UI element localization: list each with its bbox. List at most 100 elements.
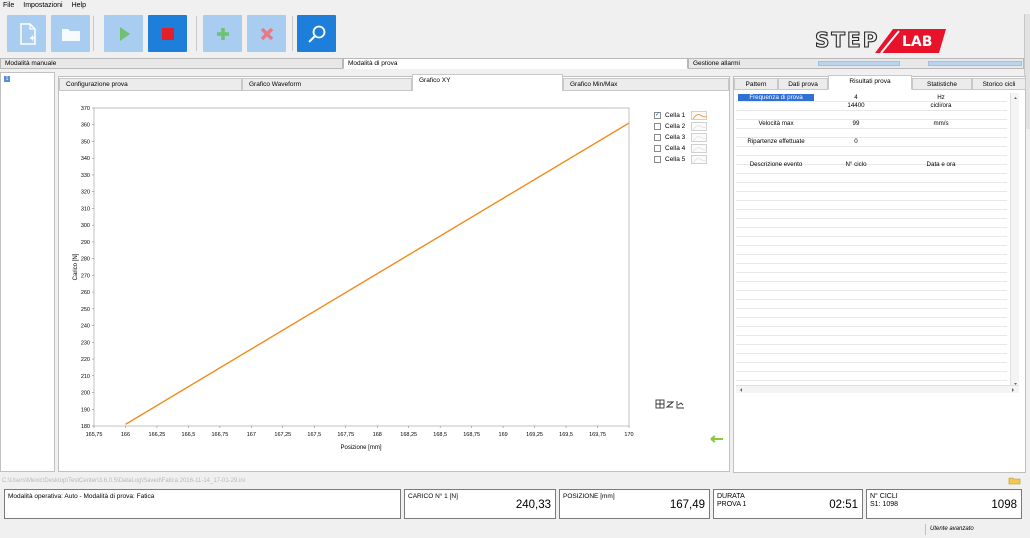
zoom-icon[interactable]	[665, 401, 675, 408]
y-axis-label: Carico [N]	[73, 253, 79, 280]
tab-test-data[interactable]: Dati prova	[778, 78, 828, 90]
tab-pattern[interactable]: Pattern	[734, 78, 778, 90]
mode-status-box: Modalità operativa: Auto - Modalità di p…	[4, 489, 401, 519]
panel-index[interactable]: 1	[4, 76, 10, 82]
legend-swatch	[691, 122, 708, 131]
datetime-header: Data e ora	[926, 161, 956, 168]
cycles-sublabel: S1: 1098	[870, 501, 899, 508]
legend-item[interactable]: Cella 5	[654, 154, 714, 165]
chart-legend: ✓ Cella 1 Cella 2 Cella 3 Cella 4 Cella 5	[654, 110, 714, 165]
legend-checkbox[interactable]: ✓	[654, 112, 661, 119]
steplab-logo: STEP LAB	[815, 27, 946, 54]
y-tick-label: 200	[81, 391, 90, 397]
y-tick-label: 220	[81, 357, 90, 363]
legend-label: Cella 2	[665, 123, 686, 130]
search-button[interactable]	[297, 15, 336, 52]
chart-panel: Configurazione prova Grafico Waveform Gr…	[58, 74, 730, 472]
pan-icon[interactable]	[676, 401, 684, 409]
delete-button[interactable]	[247, 15, 286, 52]
legend-label: Cella 5	[665, 156, 686, 163]
x-tick-label: 169,25	[526, 432, 543, 438]
legend-item[interactable]: Cella 2	[654, 121, 714, 132]
tab-statistics[interactable]: Statistiche	[912, 78, 972, 90]
event-description-header: Descrizione evento	[749, 161, 803, 168]
duration-value: 02:51	[829, 499, 858, 511]
x-tick-label: 169	[499, 432, 508, 438]
play-icon	[119, 26, 130, 41]
y-tick-label: 300	[81, 223, 90, 229]
add-button[interactable]	[203, 15, 242, 52]
legend-checkbox[interactable]	[654, 123, 661, 130]
y-tick-label: 290	[81, 240, 90, 246]
new-file-icon	[19, 22, 36, 45]
legend-label: Cella 4	[665, 145, 686, 152]
cycles-label: N° CICLI	[870, 493, 898, 500]
legend-label: Cella 3	[665, 134, 686, 141]
y-tick-label: 240	[81, 324, 90, 330]
frequency-unit: Hz	[937, 94, 945, 101]
menu-settings[interactable]: Impostazioni	[23, 2, 62, 9]
frequency-label[interactable]: Frequenza di prova	[738, 94, 814, 101]
left-panel: 1	[0, 72, 55, 472]
x-tick-label: 167,5	[307, 432, 321, 438]
legend-label: Cella 1	[665, 112, 686, 119]
toolbar: STEP LAB	[0, 10, 1030, 58]
new-file-button[interactable]	[7, 15, 46, 52]
menu-file[interactable]: File	[3, 2, 14, 9]
back-arrow-icon[interactable]	[710, 435, 723, 443]
plot-area	[93, 107, 630, 427]
tab-manual-mode[interactable]: Modalità manuale	[0, 58, 343, 69]
x-tick-label: 169,75	[589, 432, 606, 438]
duration-sublabel: PROVA 1	[717, 501, 747, 508]
x-tick-label: 166,75	[211, 432, 228, 438]
x-tick-label: 165,75	[86, 432, 103, 438]
legend-swatch	[691, 155, 708, 164]
status-row: Modalità operativa: Auto - Modalità di p…	[0, 489, 1030, 519]
stop-button[interactable]	[148, 15, 187, 52]
load-value: 240,33	[515, 499, 551, 511]
folder-icon[interactable]	[1008, 476, 1022, 485]
tab-cycle-history[interactable]: Storico cicli	[972, 78, 1026, 90]
legend-checkbox[interactable]	[654, 156, 661, 163]
alarm-management-label: Gestione allarmi	[693, 60, 740, 67]
y-tick-label: 350	[81, 139, 90, 145]
legend-checkbox[interactable]	[654, 145, 661, 152]
y-tick-label: 230	[81, 340, 90, 346]
results-horizontal-scrollbar[interactable]	[736, 385, 1019, 393]
load-box: CARICO N° 1 [N] 240,33	[404, 489, 556, 519]
legend-item[interactable]: ✓ Cella 1	[654, 110, 714, 121]
x-axis-label: Posizione [mm]	[340, 445, 381, 451]
open-folder-button[interactable]	[51, 15, 90, 52]
chart-tools[interactable]	[655, 399, 684, 409]
position-label: POSIZIONE [mm]	[563, 493, 615, 500]
user-role: Utente avanzato	[930, 526, 974, 532]
results-vertical-scrollbar[interactable]	[1010, 93, 1019, 393]
x-tick-label: 168,75	[463, 432, 480, 438]
alarm-indicator-1	[818, 61, 900, 66]
x-tick-label: 166,25	[149, 432, 166, 438]
legend-item[interactable]: Cella 4	[654, 143, 714, 154]
legend-swatch	[691, 111, 708, 120]
cycles-per-hour-value: 14400	[847, 102, 865, 109]
menu-help[interactable]: Help	[72, 2, 86, 9]
max-velocity-value: 99	[852, 120, 860, 127]
y-tick-label: 190	[81, 407, 90, 413]
frequency-value: 4	[854, 94, 858, 101]
legend-item[interactable]: Cella 3	[654, 132, 714, 143]
cycles-value: 1098	[991, 499, 1017, 511]
y-tick-label: 360	[81, 123, 90, 129]
legend-swatch	[691, 144, 708, 153]
duration-label: DURATA	[717, 493, 745, 500]
delete-icon	[260, 27, 273, 40]
y-tick-label: 340	[81, 156, 90, 162]
legend-checkbox[interactable]	[654, 134, 661, 141]
x-tick-label: 166,5	[182, 432, 196, 438]
x-tick-label: 170	[624, 432, 633, 438]
menu-bar: File Impostazioni Help	[0, 0, 1030, 10]
play-button[interactable]	[104, 15, 143, 52]
tab-test-mode[interactable]: Modalità di prova	[343, 58, 688, 69]
tab-test-results[interactable]: Risultati prova	[828, 75, 912, 90]
svg-text:STEP: STEP	[815, 28, 879, 52]
duration-box: DURATA PROVA 1 02:51	[713, 489, 863, 519]
x-tick-label: 166	[121, 432, 130, 438]
